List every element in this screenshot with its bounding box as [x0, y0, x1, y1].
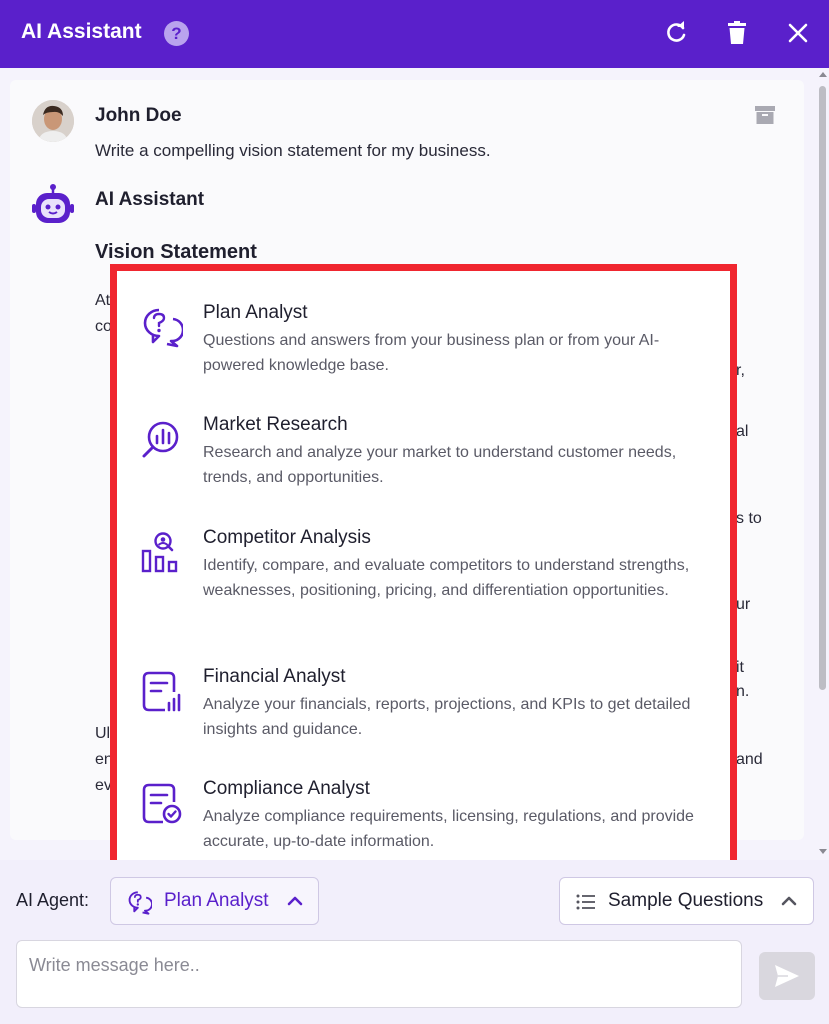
- agent-select-button[interactable]: Plan Analyst: [110, 877, 319, 925]
- sample-questions-label: Sample Questions: [608, 890, 764, 911]
- agent-option-plan-analyst[interactable]: Plan Analyst Questions and answers from …: [117, 302, 730, 382]
- agent-option-title: Plan Analyst: [203, 302, 308, 323]
- agent-option-title: Competitor Analysis: [203, 527, 371, 548]
- agent-option-description: Identify, compare, and evaluate competit…: [203, 557, 690, 599]
- scroll-up-arrow-icon[interactable]: [818, 70, 828, 80]
- close-icon[interactable]: [785, 20, 811, 46]
- agent-option-title: Compliance Analyst: [203, 778, 370, 799]
- partial-text: ur: [736, 596, 751, 613]
- partial-text: At: [95, 292, 111, 309]
- refresh-icon[interactable]: [663, 20, 689, 46]
- search-chart-icon: [142, 421, 179, 458]
- robot-icon: [32, 184, 74, 223]
- agent-option-title: Market Research: [203, 414, 348, 435]
- partial-text: r,: [736, 362, 745, 379]
- list-icon: [576, 894, 595, 910]
- sample-questions-button[interactable]: Sample Questions: [559, 877, 814, 925]
- agent-label: AI Agent:: [16, 890, 90, 910]
- send-icon: [775, 965, 799, 987]
- app-title: AI Assistant: [21, 20, 142, 43]
- competitor-icon: [141, 532, 178, 573]
- help-icon[interactable]: ?: [164, 21, 189, 46]
- partial-text: it: [736, 659, 744, 676]
- user-avatar: [32, 100, 74, 142]
- partial-text: n.: [736, 683, 750, 700]
- response-heading: Vision Statement: [95, 241, 257, 263]
- chevron-up-icon: [287, 896, 303, 906]
- assistant-name: AI Assistant: [95, 189, 205, 210]
- partial-text: and: [736, 751, 763, 768]
- chat-scrollbar[interactable]: [815, 70, 829, 860]
- partial-text: s to: [736, 510, 762, 527]
- user-message: Write a compelling vision statement for …: [95, 141, 491, 160]
- scrollbar-thumb[interactable]: [819, 86, 826, 690]
- agent-option-title: Financial Analyst: [203, 666, 346, 687]
- partial-text: Ul: [95, 725, 111, 742]
- agent-option-description: Analyze compliance requirements, licensi…: [203, 808, 694, 850]
- agent-option-description: Analyze your financials, reports, projec…: [203, 696, 691, 738]
- app-header: AI Assistant ?: [0, 0, 829, 68]
- chat-question-icon: [128, 891, 152, 915]
- agent-option-market-research[interactable]: Market Research Research and analyze you…: [117, 414, 730, 494]
- agent-option-financial-analyst[interactable]: Financial Analyst Analyze your financial…: [117, 666, 730, 746]
- agent-option-compliance-analyst[interactable]: Compliance Analyst Analyze compliance re…: [117, 778, 730, 858]
- send-button[interactable]: [759, 952, 815, 1000]
- agent-option-description: Research and analyze your market to unde…: [203, 444, 677, 486]
- agent-option-description: Questions and answers from your business…: [203, 332, 660, 374]
- composer-footer: AI Agent: Plan Analyst Sample Questions: [0, 860, 829, 1024]
- selected-agent-label: Plan Analyst: [164, 890, 269, 911]
- chat-question-icon: [143, 308, 183, 348]
- scroll-down-arrow-icon[interactable]: [818, 846, 828, 856]
- agent-menu-popup: Plan Analyst Questions and answers from …: [110, 264, 737, 876]
- trash-icon[interactable]: [724, 20, 750, 46]
- compliance-icon: [142, 783, 182, 824]
- chevron-up-icon: [781, 896, 797, 906]
- archive-icon[interactable]: [754, 105, 776, 125]
- financial-report-icon: [142, 671, 181, 712]
- user-name: John Doe: [95, 105, 182, 126]
- agent-option-competitor-analysis[interactable]: Competitor Analysis Identify, compare, a…: [117, 527, 730, 627]
- message-input[interactable]: [16, 940, 742, 1008]
- partial-text: al: [736, 423, 749, 440]
